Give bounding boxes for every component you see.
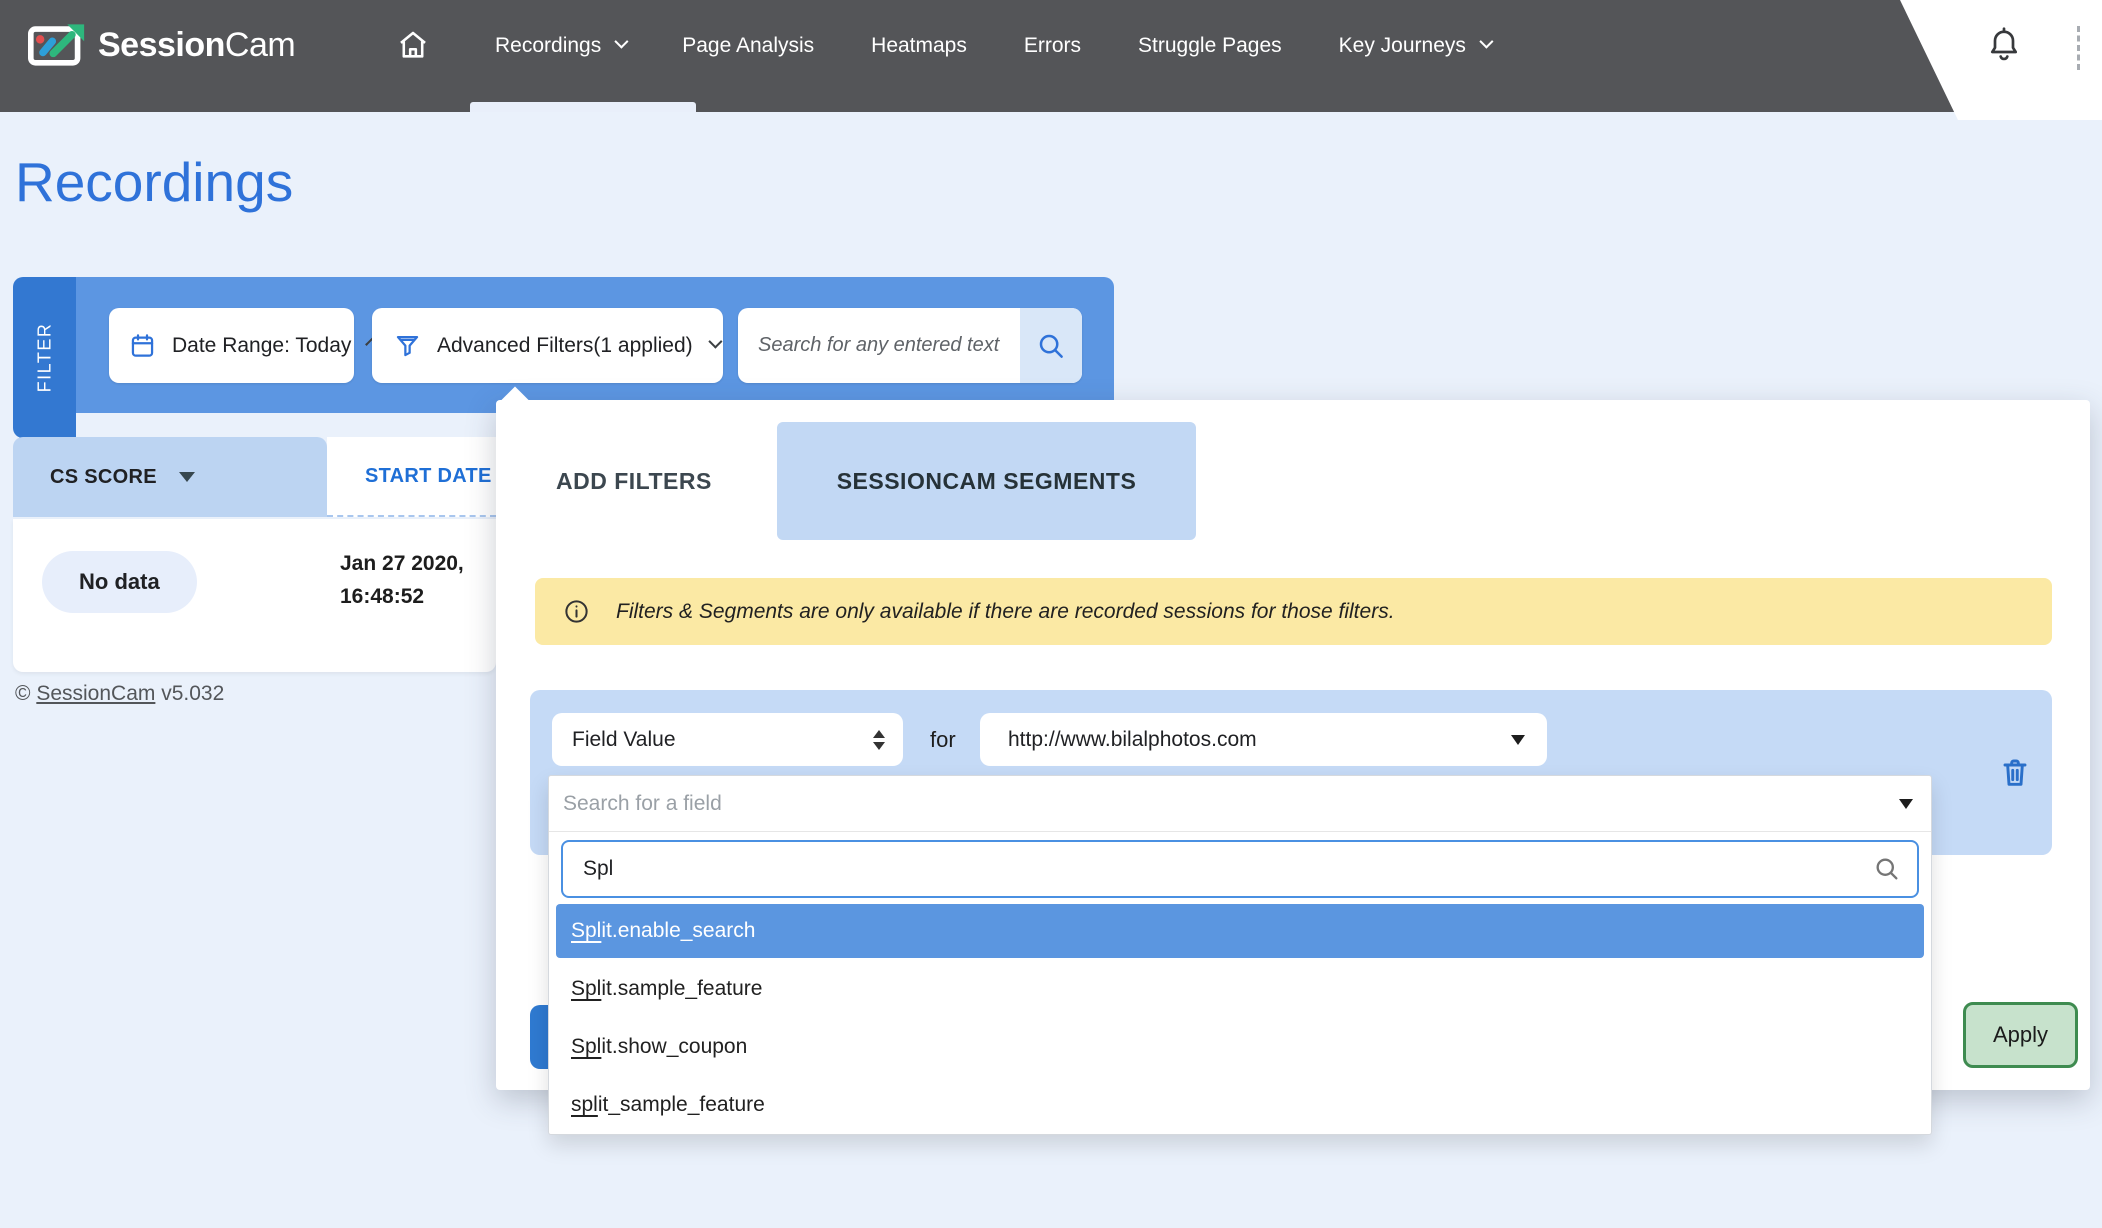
field-search-input[interactable] [563, 857, 1873, 881]
filter-tab-label: FILTER [13, 277, 76, 438]
info-banner-text: Filters & Segments are only available if… [616, 600, 1395, 624]
nav-item-recordings[interactable]: Recordings [495, 34, 625, 58]
column-header-cs-score[interactable]: CS SCORE [13, 437, 327, 517]
table-row[interactable]: No data Jan 27 2020, 16:48:52 [13, 519, 496, 672]
field-suggestion-selected[interactable]: Split.enable_search [556, 904, 1924, 958]
nav-item-struggle-pages[interactable]: Struggle Pages [1138, 34, 1282, 58]
date-range-label: Date Range: Today [172, 334, 351, 358]
nav-item-page-analysis[interactable]: Page Analysis [682, 34, 814, 58]
field-type-select[interactable]: Field Value [552, 713, 903, 766]
nav-item-heatmaps[interactable]: Heatmaps [871, 34, 967, 58]
advanced-filters-label: Advanced Filters(1 applied) [437, 334, 693, 358]
tab-add-filters[interactable]: ADD FILTERS [556, 452, 712, 510]
delete-filter-button[interactable] [1992, 750, 2038, 796]
start-date-label: START DATE [365, 465, 492, 488]
advanced-filters-panel: ADD FILTERS SESSIONCAM SEGMENTS Filters … [496, 400, 2090, 1090]
cs-score-badge: No data [42, 551, 197, 613]
chevron-down-icon [1479, 35, 1493, 49]
calendar-icon [129, 332, 156, 359]
field-suggestion[interactable]: Split.sample_feature [556, 962, 1924, 1016]
chevron-down-icon [708, 334, 722, 348]
text-search-input[interactable] [738, 308, 1020, 383]
field-search-input-wrap [561, 840, 1919, 898]
funnel-icon [394, 332, 421, 359]
for-label: for [930, 713, 956, 766]
tab-sessioncam-segments[interactable]: SESSIONCAM SEGMENTS [777, 422, 1196, 540]
top-navbar: SessionCam Recordings Page Analysis Heat… [0, 0, 2102, 112]
field-suggestion[interactable]: Split.show_coupon [556, 1020, 1924, 1074]
trash-icon [1999, 755, 2031, 791]
search-button[interactable] [1020, 308, 1082, 383]
cs-score-label: CS SCORE [50, 466, 157, 489]
nav-item-errors[interactable]: Errors [1024, 34, 1081, 58]
notifications-bell-icon[interactable] [1986, 26, 2022, 66]
sessioncam-logo-icon [28, 22, 86, 68]
dropdown-caret-icon [1899, 799, 1913, 809]
dropdown-caret-icon [1511, 735, 1525, 745]
field-suggestion-list: Split.enable_search Split.sample_feature… [549, 898, 1931, 1132]
sort-caret-icon [179, 472, 195, 482]
sessioncam-logo[interactable]: SessionCam [28, 22, 295, 68]
field-select[interactable]: Search for a field [549, 776, 1931, 832]
search-icon [1873, 855, 1901, 883]
date-range-button[interactable]: Date Range: Today [109, 308, 354, 383]
advanced-filters-button[interactable]: Advanced Filters(1 applied) [372, 308, 723, 383]
field-suggestion[interactable]: split_sample_feature [556, 1078, 1924, 1132]
footer-sessioncam-link[interactable]: SessionCam [36, 682, 155, 705]
nav-menu: Recordings Page Analysis Heatmaps Errors… [495, 24, 1490, 68]
site-select[interactable]: http://www.bilalphotos.com [980, 713, 1547, 766]
start-date-value: Jan 27 2020, 16:48:52 [340, 547, 464, 613]
brand-wordmark: SessionCam [98, 26, 295, 65]
chevron-down-icon [615, 35, 629, 49]
spinner-arrows-icon [873, 730, 885, 750]
apply-button[interactable]: Apply [1963, 1002, 2078, 1068]
page-title: Recordings [15, 150, 293, 214]
nav-item-key-journeys[interactable]: Key Journeys [1339, 34, 1490, 58]
active-tab-indicator [470, 102, 696, 112]
field-search-dropdown: Search for a field Split.enable_search S… [548, 775, 1932, 1135]
text-search-box [738, 308, 1082, 383]
footer-version: © SessionCam v5.032 [15, 682, 224, 706]
info-icon [563, 598, 590, 625]
more-options-icon[interactable] [2077, 26, 2080, 70]
home-icon[interactable] [396, 28, 430, 62]
search-icon [1036, 331, 1066, 361]
column-header-start-date[interactable]: START DATE [327, 437, 496, 517]
info-banner: Filters & Segments are only available if… [535, 578, 2052, 645]
field-select-placeholder: Search for a field [563, 792, 1899, 816]
